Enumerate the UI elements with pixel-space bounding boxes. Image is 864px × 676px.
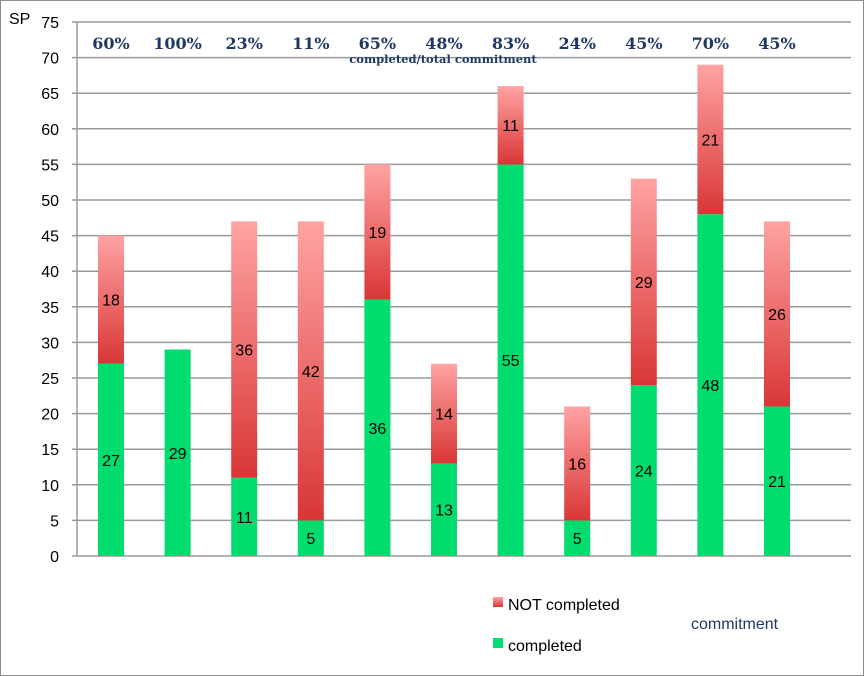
y-tick-label: 35	[41, 300, 59, 317]
data-label-not-completed: 18	[102, 293, 120, 310]
y-tick-label: 70	[41, 51, 59, 68]
data-label-completed: 36	[369, 421, 387, 438]
y-tick-label: 30	[41, 335, 59, 352]
commitment-annotation: commitment	[691, 616, 779, 633]
y-tick-label: 25	[41, 371, 59, 388]
data-label-completed: 24	[635, 464, 653, 481]
data-label-not-completed: 29	[635, 275, 653, 292]
percent-label: 48%	[425, 34, 462, 53]
data-label-completed: 21	[768, 474, 786, 491]
data-label-completed: 11	[236, 510, 253, 527]
data-label-completed: 13	[435, 503, 453, 520]
y-tick-label: 10	[41, 478, 59, 495]
data-label-completed: 27	[102, 453, 120, 470]
y-tick-label: 55	[41, 157, 59, 174]
percent-label: 83%	[492, 34, 529, 53]
data-label-not-completed: 16	[568, 456, 586, 473]
data-label-not-completed: 42	[302, 364, 320, 381]
data-label-completed: 29	[169, 446, 187, 463]
data-label-not-completed: 21	[702, 132, 720, 149]
data-label-completed: 48	[702, 378, 720, 395]
y-tick-label: 15	[41, 442, 59, 459]
y-tick-label: 5	[50, 513, 59, 530]
data-label-not-completed: 19	[369, 225, 387, 242]
legend-label-completed: completed	[508, 638, 582, 655]
data-label-completed: 55	[502, 353, 520, 370]
chart-frame: 0 5 10 15 20 25 30 35 40 45 50 55 60 65 70 75 18 27 60% 29…	[0, 0, 864, 676]
y-tick-label: 45	[41, 229, 59, 246]
percent-label: 65%	[359, 34, 396, 53]
data-label-not-completed: 14	[435, 407, 453, 424]
y-tick-label: 65	[41, 86, 59, 103]
y-tick-label: 75	[41, 15, 59, 32]
data-label-completed: 5	[573, 531, 582, 548]
legend-swatch-not-completed	[493, 597, 503, 607]
legend-label-not-completed: NOT completed	[508, 597, 620, 614]
percent-label: 45%	[758, 34, 795, 53]
y-tick-label: 50	[41, 193, 59, 210]
data-label-not-completed: 36	[235, 343, 253, 360]
percent-label: 60%	[92, 34, 129, 53]
y-tick-label: 0	[50, 549, 59, 566]
percent-label: 45%	[625, 34, 662, 53]
data-label-completed: 5	[306, 531, 315, 548]
percent-label: 11%	[292, 34, 329, 53]
percent-label: 23%	[225, 34, 262, 53]
legend-swatch-completed	[493, 638, 503, 648]
data-label-not-completed: 11	[502, 118, 519, 135]
y-axis-label: SP	[9, 11, 30, 28]
y-tick-label: 40	[41, 264, 59, 281]
percent-caption: completed/total commitment	[349, 52, 537, 66]
data-label-not-completed: 26	[768, 307, 786, 324]
stacked-bar-chart: 051015202530354045505560657075 182760%29…	[9, 11, 851, 655]
y-tick-label: 60	[41, 122, 59, 139]
percent-label: 24%	[558, 34, 595, 53]
percent-label: 70%	[692, 34, 729, 53]
percent-label: 100%	[153, 34, 202, 53]
y-tick-label: 20	[41, 407, 59, 424]
